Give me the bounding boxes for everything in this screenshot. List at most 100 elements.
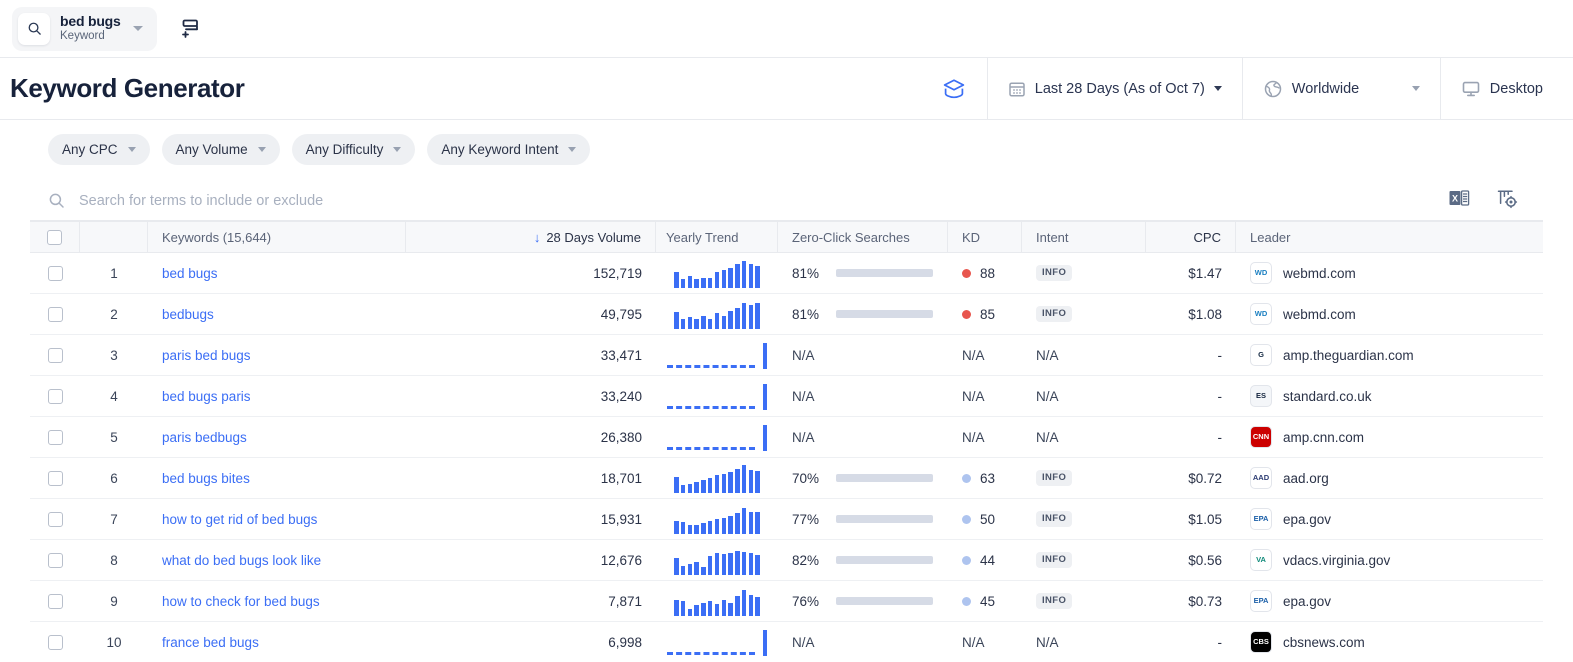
keyword-link[interactable]: bed bugs paris <box>162 389 251 404</box>
intent-badge: INFO <box>1036 306 1073 322</box>
keyword-link[interactable]: paris bedbugs <box>162 430 247 445</box>
intent-badge: INFO <box>1036 511 1073 527</box>
row-leader-cell[interactable]: CBS cbsnews.com <box>1236 622 1543 662</box>
date-range-selector[interactable]: Last 28 Days (As of Oct 7) <box>986 57 1242 120</box>
chevron-down-icon <box>1213 86 1222 91</box>
row-checkbox[interactable] <box>47 552 63 568</box>
table-row[interactable]: 6 bed bugs bites 18,701 70% 63 INFO $0.72 AAD aa… <box>30 458 1543 499</box>
row-rank: 3 <box>110 347 118 363</box>
header-keywords[interactable]: Keywords (15,644) <box>148 222 406 252</box>
row-leader-cell[interactable]: VA vdacs.virginia.gov <box>1236 540 1543 580</box>
row-cpc: $0.73 <box>1188 593 1222 609</box>
header-cpc[interactable]: CPC <box>1146 222 1236 252</box>
leader-favicon: CNN <box>1250 426 1272 448</box>
table-row[interactable]: 4 bed bugs paris 33,240 N/A N/A N/A - ES standar… <box>30 376 1543 417</box>
table-row[interactable]: 2 bedbugs 49,795 81% 85 INFO $1.08 WD webmd.com <box>30 294 1543 335</box>
table-settings-button[interactable] <box>1496 187 1519 215</box>
row-intent-cell: INFO <box>1022 581 1146 621</box>
row-checkbox[interactable] <box>47 265 63 281</box>
filter-keyword-intent[interactable]: Any Keyword Intent <box>427 134 591 165</box>
row-cpc: - <box>1217 634 1223 650</box>
table-header-row: Keywords (15,644) ↓ 28 Days Volume Yearl… <box>30 221 1543 253</box>
row-checkbox[interactable] <box>47 429 63 445</box>
table-row[interactable]: 8 what do bed bugs look like 12,676 82% 44 IN… <box>30 540 1543 581</box>
row-keyword-cell: how to get rid of bed bugs <box>148 499 406 539</box>
search-icon-glyph <box>49 193 64 208</box>
keyword-link[interactable]: bed bugs bites <box>162 471 250 486</box>
device-selector[interactable]: Desktop <box>1439 57 1563 120</box>
table-row[interactable]: 5 paris bedbugs 26,380 N/A N/A N/A - CNN amp.cnn… <box>30 417 1543 458</box>
row-checkbox[interactable] <box>47 388 63 404</box>
trend-sparkline <box>674 299 760 329</box>
search-input[interactable] <box>79 192 1448 209</box>
chevron-down-icon[interactable] <box>132 26 143 31</box>
keyword-link[interactable]: paris bed bugs <box>162 348 251 363</box>
trend-sparkline-na <box>667 381 767 411</box>
table-row[interactable]: 1 bed bugs 152,719 81% 88 INFO $1.47 WD webmd.co… <box>30 253 1543 294</box>
add-to-list-button[interactable] <box>177 16 203 42</box>
keyword-pill-title: bed bugs <box>60 12 121 29</box>
trend-final-bar <box>762 425 767 451</box>
table-row[interactable]: 9 how to check for bed bugs 7,871 76% 45 INFO… <box>30 581 1543 622</box>
header-volume[interactable]: ↓ 28 Days Volume <box>406 222 656 252</box>
row-checkbox[interactable] <box>47 511 63 527</box>
filter-difficulty[interactable]: Any Difficulty <box>291 134 416 165</box>
table-row[interactable]: 3 paris bed bugs 33,471 N/A N/A N/A - Gamp.theg… <box>30 335 1543 376</box>
kd-difficulty-dot <box>962 514 971 524</box>
row-zero-click-cell: N/A <box>778 622 948 662</box>
filter-difficulty-label: Any Difficulty <box>305 142 384 157</box>
row-checkbox[interactable] <box>47 593 63 609</box>
table-row[interactable]: 10 france bed bugs 6,998 N/A N/A N/A - CBS cbsne… <box>30 622 1543 662</box>
row-intent-cell: INFO <box>1022 294 1146 334</box>
ai-assistant-button[interactable] <box>921 58 987 120</box>
row-leader-cell[interactable]: AAD aad.org <box>1236 458 1543 498</box>
row-checkbox[interactable] <box>47 347 63 363</box>
location-selector[interactable]: Worldwide <box>1241 57 1440 120</box>
keyword-link[interactable]: how to get rid of bed bugs <box>162 512 317 527</box>
row-leader-cell[interactable]: WD webmd.com <box>1236 253 1543 293</box>
row-checkbox[interactable] <box>47 634 63 650</box>
header-leader[interactable]: Leader <box>1236 222 1543 252</box>
row-leader-cell[interactable]: EPA epa.gov <box>1236 499 1543 539</box>
search-icon[interactable] <box>18 12 50 45</box>
row-volume: 152,719 <box>593 265 642 281</box>
filter-cpc[interactable]: Any CPC <box>48 134 150 165</box>
row-keyword-cell: how to check for bed bugs <box>148 581 406 621</box>
header-kd[interactable]: KD <box>948 222 1022 252</box>
row-volume: 6,998 <box>608 634 642 650</box>
row-checkbox[interactable] <box>47 470 63 486</box>
device-label: Desktop <box>1489 80 1543 97</box>
row-kd-cell: 85 <box>948 294 1022 334</box>
row-leader-cell[interactable]: EPA epa.gov <box>1236 581 1543 621</box>
keyword-link[interactable]: what do bed bugs look like <box>162 553 321 568</box>
table-row[interactable]: 7 how to get rid of bed bugs 15,931 77% 50 IN… <box>30 499 1543 540</box>
row-leader-cell[interactable]: WD webmd.com <box>1236 294 1543 334</box>
header-intent[interactable]: Intent <box>1022 222 1146 252</box>
header-zero-click[interactable]: Zero-Click Searches <box>778 222 948 252</box>
keyword-link[interactable]: how to check for bed bugs <box>162 594 320 609</box>
desktop-icon <box>1462 81 1480 96</box>
row-select-cell <box>30 581 80 621</box>
row-zero-click-cell: 82% <box>778 540 948 580</box>
row-rank: 6 <box>110 470 118 486</box>
filter-cpc-label: Any CPC <box>62 142 118 157</box>
keyword-link[interactable]: bed bugs <box>162 266 218 281</box>
row-leader-cell[interactable]: CNN amp.cnn.com <box>1236 417 1543 457</box>
keyword-link[interactable]: france bed bugs <box>162 635 259 650</box>
excel-export-button[interactable]: X <box>1448 187 1470 214</box>
filter-volume[interactable]: Any Volume <box>161 134 280 165</box>
kd-value: 44 <box>980 552 996 568</box>
keyword-link[interactable]: bedbugs <box>162 307 214 322</box>
row-leader-cell[interactable]: Gamp.theguardian.com <box>1236 335 1543 375</box>
leader-favicon: EPA <box>1250 590 1272 612</box>
row-leader-cell[interactable]: ES standard.co.uk <box>1236 376 1543 416</box>
row-checkbox[interactable] <box>47 306 63 322</box>
leader-domain: vdacs.virginia.gov <box>1283 552 1391 568</box>
filter-volume-label: Any Volume <box>175 142 248 157</box>
select-all-checkbox[interactable] <box>47 229 62 245</box>
ai-assistant-icon <box>943 78 964 98</box>
zero-click-value: 77% <box>792 511 820 527</box>
zero-click-value: 81% <box>792 306 820 322</box>
keyword-selector-pill[interactable]: bed bugs Keyword <box>12 6 157 51</box>
zero-click-value: 82% <box>792 552 820 568</box>
